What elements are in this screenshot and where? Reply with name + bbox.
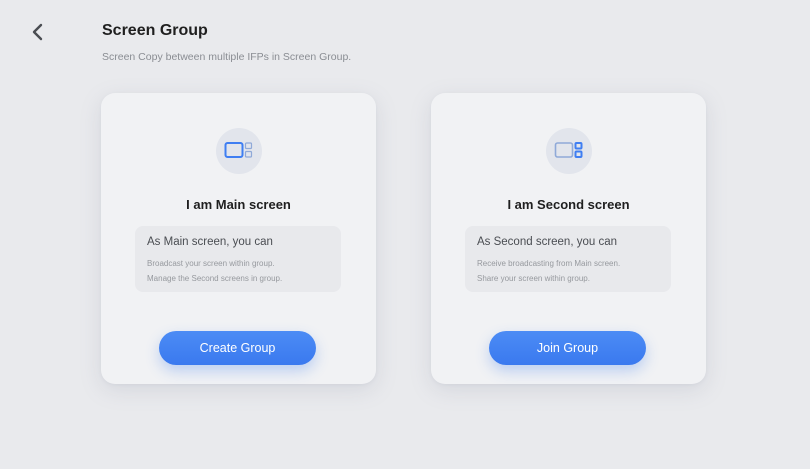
main-screen-info-heading: As Main screen, you can [147, 236, 273, 248]
second-screen-icon-wrapper [545, 128, 592, 174]
main-screen-icon-wrapper [215, 128, 262, 174]
second-screen-icon [554, 142, 582, 158]
back-button[interactable] [24, 18, 52, 46]
create-group-button[interactable]: Create Group [159, 331, 316, 365]
main-screen-info-line: Manage the Second screens in group. [147, 274, 283, 283]
second-screen-info-box: As Second screen, you can Receive broadc… [465, 226, 671, 292]
page-title: Screen Group [102, 22, 208, 39]
second-screen-info-line: Share your screen within group. [477, 274, 590, 283]
main-screen-info-line: Broadcast your screen within group. [147, 259, 275, 268]
second-screen-info-heading: As Second screen, you can [477, 236, 617, 248]
second-screen-title: I am Second screen [507, 197, 630, 212]
join-group-button[interactable]: Join Group [489, 331, 646, 365]
main-screen-title: I am Main screen [186, 197, 291, 212]
main-screen-card: I am Main screen As Main screen, you can… [101, 93, 376, 384]
chevron-left-icon [32, 23, 43, 41]
main-screen-icon [224, 142, 252, 158]
main-screen-info-box: As Main screen, you can Broadcast your s… [135, 226, 341, 292]
second-screen-card: I am Second screen As Second screen, you… [431, 93, 706, 384]
second-screen-info-line: Receive broadcasting from Main screen. [477, 259, 621, 268]
page-subtitle: Screen Copy between multiple IFPs in Scr… [102, 51, 352, 63]
